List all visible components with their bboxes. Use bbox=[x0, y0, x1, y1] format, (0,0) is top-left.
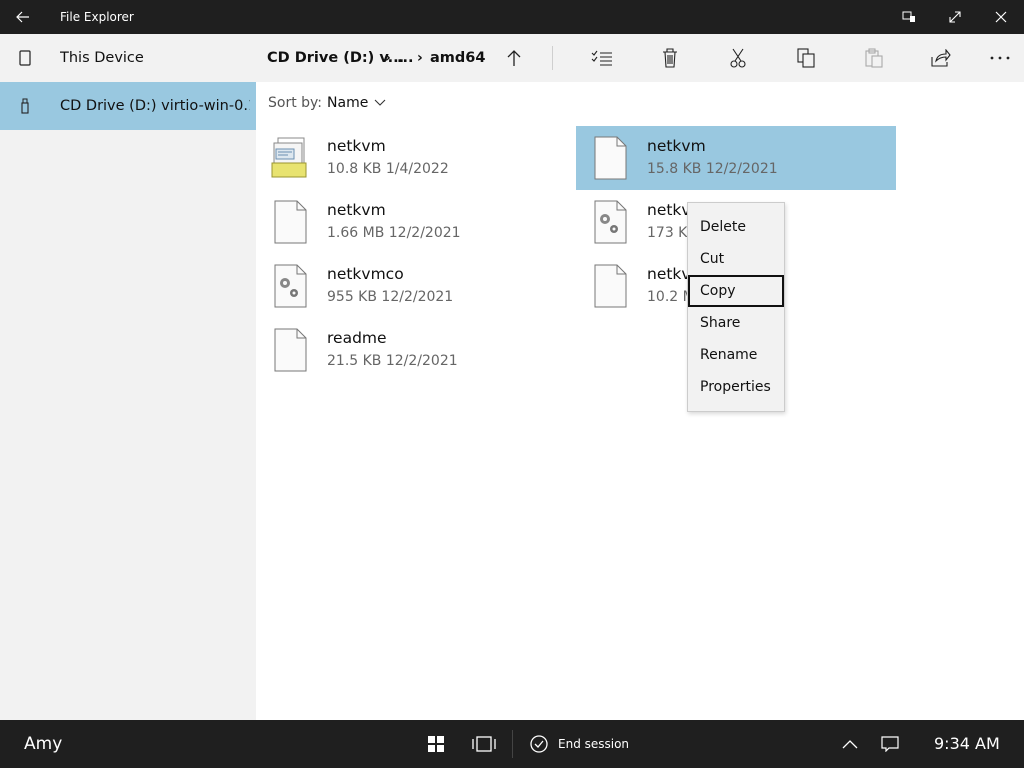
select-items-button[interactable] bbox=[587, 43, 617, 73]
file-meta: 15.8 KB 12/2/2021 bbox=[647, 161, 778, 177]
action-center-button[interactable] bbox=[875, 729, 905, 759]
tablet-mode-button[interactable] bbox=[894, 2, 924, 32]
file-name: readme bbox=[327, 329, 387, 347]
menu-item-copy[interactable]: Copy bbox=[688, 275, 784, 307]
gear-file-icon bbox=[594, 200, 627, 244]
windows-logo-icon bbox=[428, 736, 444, 752]
taskbar: Amy End session 9:34 AM bbox=[0, 720, 1024, 768]
maximize-button[interactable] bbox=[940, 2, 970, 32]
chevron-down-icon bbox=[374, 99, 386, 107]
file-icon bbox=[274, 200, 307, 244]
close-icon bbox=[995, 11, 1007, 23]
up-folder-button[interactable] bbox=[499, 43, 529, 73]
file-item[interactable]: netkvm 1.66 MB 12/2/2021 bbox=[256, 190, 576, 254]
file-meta: 21.5 KB 12/2/2021 bbox=[327, 353, 458, 369]
breadcrumb-current[interactable]: amd64 bbox=[430, 34, 485, 82]
sidebar-item-label: CD Drive (D:) virtio-win-0.1... bbox=[60, 98, 250, 114]
file-name: netkvmco bbox=[327, 265, 404, 283]
chevron-up-icon bbox=[842, 740, 858, 749]
sidebar-item-this-device[interactable]: This Device bbox=[0, 34, 256, 82]
task-view-icon bbox=[472, 736, 496, 752]
setup-info-icon bbox=[271, 137, 307, 178]
file-name: netkv bbox=[647, 265, 691, 283]
more-icon bbox=[990, 56, 1010, 60]
menu-item-cut[interactable]: Cut bbox=[688, 243, 784, 275]
end-session-label: End session bbox=[558, 737, 630, 751]
file-name: netkvm bbox=[327, 137, 386, 155]
user-name[interactable]: Amy bbox=[24, 720, 62, 768]
more-button[interactable] bbox=[985, 43, 1015, 73]
delete-icon bbox=[663, 48, 677, 68]
menu-item-share[interactable]: Share bbox=[688, 307, 784, 339]
device-icon bbox=[17, 49, 33, 67]
check-circle-icon bbox=[530, 735, 548, 753]
paste-button[interactable] bbox=[859, 43, 889, 73]
select-all-icon bbox=[591, 50, 612, 66]
title-bar: File Explorer bbox=[0, 0, 1024, 34]
usb-drive-icon bbox=[17, 97, 33, 115]
breadcrumb-drive[interactable]: CD Drive (D:) v... bbox=[267, 34, 404, 82]
file-name: netkv bbox=[647, 201, 691, 219]
file-item-selected[interactable]: netkvm 15.8 KB 12/2/2021 bbox=[576, 126, 896, 190]
back-button[interactable] bbox=[8, 2, 38, 32]
cut-button[interactable] bbox=[723, 43, 753, 73]
start-button[interactable] bbox=[421, 729, 451, 759]
breadcrumb-separator: › bbox=[417, 50, 423, 66]
sidebar-item-label: This Device bbox=[60, 50, 144, 66]
file-list-pane: Sort by: Name netkvm 10.8 KB 1/4/2022 ne… bbox=[256, 82, 1024, 720]
task-view-button[interactable] bbox=[469, 729, 499, 759]
sort-control[interactable]: Sort by: Name bbox=[268, 92, 386, 114]
context-menu: Delete Cut Copy Share Rename Properties bbox=[687, 202, 785, 412]
cut-icon bbox=[730, 48, 746, 68]
file-item[interactable]: readme 21.5 KB 12/2/2021 bbox=[256, 318, 576, 382]
sidebar-item-cd-drive[interactable]: CD Drive (D:) virtio-win-0.1... bbox=[0, 82, 256, 130]
file-item[interactable]: netkvmco 955 KB 12/2/2021 bbox=[256, 254, 576, 318]
copy-icon bbox=[797, 48, 815, 68]
sidebar: This Device CD Drive (D:) virtio-win-0.1… bbox=[0, 34, 256, 720]
sort-label: Sort by: bbox=[268, 95, 323, 111]
menu-item-delete[interactable]: Delete bbox=[688, 211, 784, 243]
breadcrumb-ellipsis[interactable]: ... bbox=[397, 34, 414, 82]
toolbar-divider bbox=[552, 46, 553, 70]
window-title: File Explorer bbox=[60, 10, 134, 24]
back-arrow-icon bbox=[16, 11, 29, 23]
menu-item-properties[interactable]: Properties bbox=[688, 371, 784, 403]
clock[interactable]: 9:34 AM bbox=[934, 720, 1000, 768]
sort-value: Name bbox=[327, 95, 369, 111]
end-session-button[interactable]: End session bbox=[530, 720, 629, 768]
file-icon bbox=[594, 136, 627, 180]
toolbar: CD Drive (D:) v... › ... › amd64 bbox=[256, 34, 1024, 82]
paste-icon bbox=[865, 48, 883, 68]
delete-button[interactable] bbox=[655, 43, 685, 73]
file-icon bbox=[274, 328, 307, 372]
file-name: netkvm bbox=[647, 137, 706, 155]
file-meta: 1.66 MB 12/2/2021 bbox=[327, 225, 461, 241]
share-icon bbox=[931, 49, 951, 67]
expand-icon bbox=[949, 11, 961, 23]
show-hidden-icons-button[interactable] bbox=[835, 729, 865, 759]
close-button[interactable] bbox=[986, 2, 1016, 32]
notification-icon bbox=[881, 736, 899, 752]
up-arrow-icon bbox=[507, 50, 521, 66]
menu-item-rename[interactable]: Rename bbox=[688, 339, 784, 371]
file-item[interactable]: netkvm 10.8 KB 1/4/2022 bbox=[256, 126, 576, 190]
breadcrumb-separator: › bbox=[385, 50, 391, 66]
tablet-mode-icon bbox=[902, 11, 915, 22]
file-name: netkvm bbox=[327, 201, 386, 219]
gear-file-icon bbox=[274, 264, 307, 308]
share-button[interactable] bbox=[926, 43, 956, 73]
taskbar-divider bbox=[512, 730, 513, 758]
file-meta: 10.8 KB 1/4/2022 bbox=[327, 161, 449, 177]
file-meta: 955 KB 12/2/2021 bbox=[327, 289, 454, 305]
copy-button[interactable] bbox=[791, 43, 821, 73]
file-icon bbox=[594, 264, 627, 308]
